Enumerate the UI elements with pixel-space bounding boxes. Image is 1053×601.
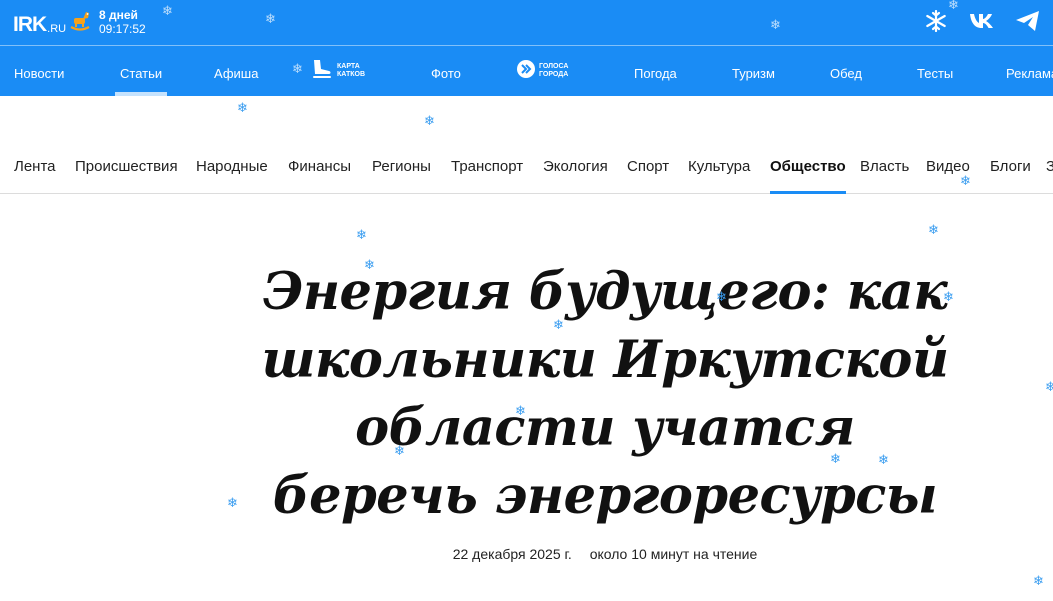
- logo-domain: .RU: [47, 23, 67, 35]
- article-title: Энергия будущего: как школьники Иркутско…: [261, 262, 949, 526]
- site-header: IRK .RU 8 дней 09:17:52 Новости Статьи А…: [0, 0, 1053, 96]
- telegram-icon[interactable]: [1015, 8, 1041, 34]
- rubric-sport[interactable]: Спорт: [627, 141, 669, 193]
- golosa-goroda-line2: города: [539, 71, 569, 78]
- snowflake-decoration: ❄: [1045, 379, 1053, 394]
- nav-item-ads[interactable]: Реклама: [1006, 47, 1053, 96]
- countdown-time: 09:17:52: [99, 22, 146, 36]
- vk-icon[interactable]: [969, 8, 995, 34]
- snowflake-icon[interactable]: [923, 8, 949, 34]
- nav-item-photo[interactable]: Фото: [431, 47, 461, 96]
- rubric-lenta[interactable]: Лента: [14, 141, 56, 193]
- article-meta: 22 декабря 2025 г. около 10 минут на чте…: [0, 546, 1053, 562]
- snowflake-decoration: ❄: [424, 113, 435, 128]
- site-logo[interactable]: IRK .RU: [13, 9, 92, 36]
- nav-item-tests[interactable]: Тесты: [917, 47, 953, 96]
- snowflake-decoration: ❄: [237, 100, 248, 115]
- rubric-finance[interactable]: Финансы: [288, 141, 351, 193]
- header-icons: [923, 8, 1041, 34]
- rubric-power[interactable]: Власть: [860, 141, 909, 193]
- snowflake-decoration: ❄: [1033, 573, 1044, 588]
- rubric-narodnye[interactable]: Народные: [196, 141, 268, 193]
- snowflake-decoration: ❄: [227, 495, 238, 510]
- main-nav: Новости Статьи Афиша Карта катков Фото: [0, 47, 1053, 96]
- skate-icon: [310, 57, 334, 86]
- nav-item-weather[interactable]: Погода: [634, 47, 677, 96]
- snowflake-decoration: ❄: [928, 222, 939, 237]
- karta-katkov-label: Карта катков: [337, 63, 365, 79]
- rubric-blogs[interactable]: Блоги: [990, 141, 1031, 193]
- rubric-transport[interactable]: Транспорт: [451, 141, 523, 193]
- rubrics-nav: Лента Происшествия Народные Финансы Реги…: [0, 141, 1053, 194]
- new-year-countdown: 8 дней 09:17:52: [99, 8, 146, 36]
- nav-item-afisha[interactable]: Афиша: [214, 47, 258, 96]
- rubric-society[interactable]: Общество: [770, 141, 846, 194]
- nav-item-karta-katkov[interactable]: Карта катков: [310, 51, 365, 91]
- rubric-more[interactable]: З: [1046, 141, 1053, 193]
- nav-item-lunch[interactable]: Обед: [830, 47, 862, 96]
- article-date: 22 декабря 2025 г.: [452, 546, 572, 562]
- article-reading-time: около 10 минут на чтение: [589, 546, 758, 562]
- nav-item-articles[interactable]: Статьи: [114, 47, 168, 96]
- nav-item-tourism[interactable]: Туризм: [732, 47, 775, 96]
- logo-text: IRK: [13, 13, 47, 36]
- nav-item-golosa-goroda[interactable]: Голоса города: [516, 51, 568, 91]
- header-top-row: IRK .RU 8 дней 09:17:52: [0, 0, 1053, 46]
- golosa-goroda-label: Голоса города: [539, 63, 568, 79]
- rubric-incidents[interactable]: Происшествия: [75, 141, 178, 193]
- rocking-horse-icon: [68, 9, 92, 36]
- karta-katkov-line1: Карта: [337, 63, 360, 70]
- nav-item-news[interactable]: Новости: [14, 47, 64, 96]
- rubric-culture[interactable]: Культура: [688, 141, 750, 193]
- karta-katkov-line2: катков: [337, 71, 366, 78]
- snowflake-decoration: ❄: [356, 227, 367, 242]
- rubric-video[interactable]: Видео: [926, 141, 970, 193]
- countdown-days: 8 дней: [99, 8, 138, 22]
- voice-bubble-icon: [516, 59, 536, 84]
- golosa-goroda-line1: Голоса: [539, 63, 569, 70]
- rubric-ecology[interactable]: Экология: [543, 141, 608, 193]
- rubric-regions[interactable]: Регионы: [372, 141, 431, 193]
